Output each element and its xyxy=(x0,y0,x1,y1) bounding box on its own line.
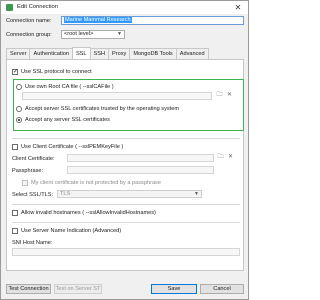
close-icon[interactable]: ✕ xyxy=(232,2,244,13)
tab-ssh[interactable]: SSH xyxy=(89,48,110,59)
connection-group-select[interactable]: <root level> ▼ xyxy=(61,30,125,39)
allow-invalid-hostnames-label: Allow invalid hostnames ( --sslAllowInva… xyxy=(21,210,156,216)
divider xyxy=(12,138,240,139)
connection-name-input[interactable]: Marine Mammal Research xyxy=(61,16,244,25)
own-ca-radio[interactable] xyxy=(16,84,22,90)
connection-group-label: Connection group: xyxy=(6,32,52,38)
connection-name-label: Connection name: xyxy=(6,18,52,24)
accept-trusted-label: Accept server SSL certificates trusted b… xyxy=(25,106,179,112)
ssl-tab-panel: Use SSL protocol to connect Use own Root… xyxy=(6,59,244,271)
divider xyxy=(12,222,240,223)
folder-icon[interactable]: 🗀 xyxy=(216,92,223,99)
resize-grip-icon[interactable]: ⋰ xyxy=(241,292,247,298)
test-connection-button[interactable]: Test Connection xyxy=(6,284,51,294)
allow-invalid-hostnames-checkbox[interactable] xyxy=(12,210,18,216)
clear-icon[interactable]: ✕ xyxy=(227,154,234,161)
passphrase-input[interactable] xyxy=(67,166,214,174)
divider xyxy=(12,204,240,205)
tab-server[interactable]: Server xyxy=(6,48,31,59)
use-ssl-checkbox[interactable] xyxy=(12,68,18,75)
title-bar: Edit Connection ✕ xyxy=(1,1,248,14)
passphrase-label: Passphrase: xyxy=(12,168,44,174)
window-title: Edit Connection xyxy=(17,4,58,10)
tab-bar: Server Authentication SSL SSH Proxy Mong… xyxy=(6,47,209,59)
own-ca-label: Use own Root CA file ( --sslCAFile ) xyxy=(25,84,114,90)
chevron-down-icon: ▼ xyxy=(194,191,199,197)
app-icon xyxy=(6,4,13,11)
connection-name-value: Marine Mammal Research xyxy=(64,17,132,23)
chevron-down-icon: ▼ xyxy=(117,31,122,37)
ssl-tls-value: TLS xyxy=(60,191,71,197)
client-cert-input[interactable] xyxy=(67,154,214,162)
ssl-tls-label: Select SSL/TLS: xyxy=(12,192,54,198)
client-cert-check-label: Use Client Certificate ( --sslPEMKeyFile… xyxy=(21,144,124,150)
cancel-button[interactable]: Cancel xyxy=(200,284,244,294)
tab-authentication[interactable]: Authentication xyxy=(29,48,73,59)
clear-icon[interactable]: ✕ xyxy=(226,92,233,99)
sni-host-input[interactable] xyxy=(12,248,240,256)
client-cert-label: Client Certificate: xyxy=(12,156,55,162)
tab-mongodb-tools[interactable]: MongoDB Tools xyxy=(129,48,177,59)
ca-file-input[interactable] xyxy=(22,92,212,100)
tab-advanced[interactable]: Advanced xyxy=(175,48,209,59)
save-button[interactable]: Save xyxy=(151,284,197,294)
tab-proxy[interactable]: Proxy xyxy=(108,48,131,59)
accept-any-radio[interactable] xyxy=(16,117,22,123)
client-cert-checkbox[interactable] xyxy=(12,144,18,150)
test-ssh-button[interactable]: Test on Server ST xyxy=(54,284,102,294)
folder-icon[interactable]: 🗀 xyxy=(217,154,224,161)
connection-group-value: <root level> xyxy=(64,31,94,37)
not-protected-label: My client certificate is not protected b… xyxy=(31,180,161,186)
not-protected-checkbox[interactable] xyxy=(22,180,28,186)
sni-checkbox[interactable] xyxy=(12,228,18,234)
accept-trusted-radio[interactable] xyxy=(16,106,22,112)
edit-connection-dialog: Edit Connection ✕ Connection name: Marin… xyxy=(0,0,249,300)
sni-check-label: Use Server Name Indication (Advanced) xyxy=(21,228,122,234)
tab-ssl[interactable]: SSL xyxy=(71,47,91,59)
accept-any-label: Accept any server SSL certificates xyxy=(25,117,110,123)
ssl-tls-select[interactable]: TLS ▼ xyxy=(57,190,202,198)
sni-host-label: SNI Host Name: xyxy=(12,240,53,246)
use-ssl-label: Use SSL protocol to connect xyxy=(21,69,92,75)
